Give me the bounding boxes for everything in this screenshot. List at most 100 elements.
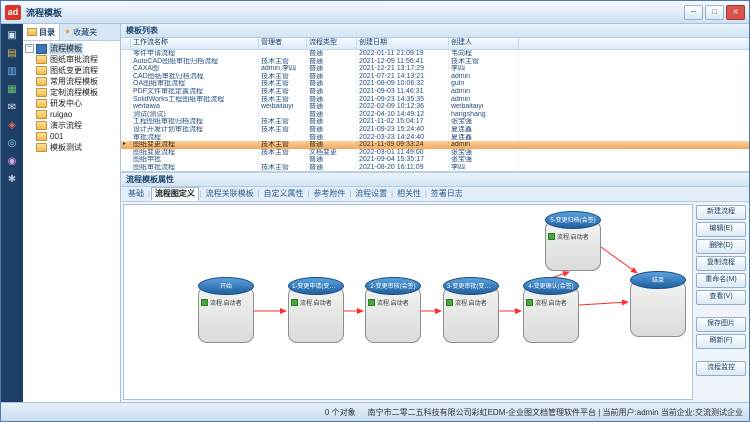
- view-button[interactable]: 查看(V): [696, 290, 746, 305]
- table-row[interactable]: ▸图纸变更流程技术主管普通2021-11-09 09:33:24admin: [121, 141, 749, 149]
- table-cell: 普通: [307, 88, 357, 96]
- row-indicator: [121, 164, 131, 171]
- tree-item-label: ruigao: [49, 109, 73, 120]
- table-cell: 2021-12-09 11:56:41: [357, 58, 449, 66]
- nav-user-icon[interactable]: ◉: [5, 155, 19, 168]
- tree-item[interactable]: 常用流程模板: [23, 76, 120, 87]
- table-cell: 技术主管: [259, 80, 307, 88]
- flow-node-title: 结束: [630, 271, 686, 289]
- column-header[interactable]: 工作流名称: [131, 38, 259, 49]
- save-image-button[interactable]: 保存图片: [696, 317, 746, 332]
- tree-item[interactable]: 图纸审批流程: [23, 54, 120, 65]
- table-cell: 技术主管: [259, 141, 307, 149]
- props-tab[interactable]: 流程设置: [352, 188, 390, 200]
- app-logo: ad: [5, 5, 21, 20]
- refresh-button[interactable]: 刷新(F): [696, 334, 746, 349]
- table-row[interactable]: CAXA图admin,李四普通2021-12-21 13:17:29李四: [121, 65, 749, 73]
- column-header[interactable]: 创建人: [449, 38, 519, 49]
- row-indicator: [121, 134, 131, 142]
- table-row[interactable]: 工程图纸审批归档流程技术主管普通2021-11-02 15:04:17张宝强: [121, 118, 749, 126]
- nav-folder-icon[interactable]: ▤: [5, 47, 19, 60]
- folder-icon: [27, 28, 37, 36]
- table-row[interactable]: 零件申请流程普通2022-01-11 21:09:19韦向程: [121, 50, 749, 58]
- table-cell: 审批流程: [131, 134, 259, 142]
- tree-item[interactable]: ruigao: [23, 109, 120, 120]
- process-monitor-button[interactable]: 流程监控: [696, 361, 746, 376]
- row-indicator: [121, 80, 131, 88]
- table-row[interactable]: 审批流程普通2022-03-23 14:24:40夏连鑫: [121, 134, 749, 142]
- row-indicator: [121, 73, 131, 81]
- rename-button[interactable]: 重命名(M): [696, 273, 746, 288]
- table-cell: OA图纸审批流程: [131, 80, 259, 88]
- tab-separator: |: [258, 191, 260, 198]
- copy-process-button[interactable]: 复制流程: [696, 256, 746, 271]
- props-tab[interactable]: 基础: [125, 188, 147, 200]
- assignee-icon: [291, 299, 298, 306]
- props-tab[interactable]: 签署日志: [428, 188, 466, 200]
- flow-node-3[interactable]: 3-变更审批(变更审批)流程.启动者: [443, 277, 499, 343]
- tree-item[interactable]: 演示流程: [23, 120, 120, 131]
- table-row[interactable]: 设计开发计划审批流程技术主管普通2021-09-23 15:24:40夏连鑫: [121, 126, 749, 134]
- edit-button[interactable]: 编辑(E): [696, 222, 746, 237]
- column-header[interactable]: 创建日期: [357, 38, 449, 49]
- flow-node-end[interactable]: 结束: [630, 271, 686, 337]
- flow-canvas[interactable]: 开始流程.启动者1-变更申请(变更申请)流程.启动者2-变更审核(会签)流程.启…: [123, 204, 693, 400]
- nav-document-icon[interactable]: ▥: [5, 65, 19, 78]
- tree-expander-icon[interactable]: −: [25, 44, 34, 53]
- nav-window-icon[interactable]: ▣: [5, 29, 19, 42]
- flow-node-assignee: 流程.启动者: [526, 298, 567, 307]
- table-row[interactable]: 测试(测试)普通2022-04-10 14:49:12hangshang: [121, 111, 749, 119]
- nav-chart-icon[interactable]: ▦: [5, 83, 19, 96]
- table-row[interactable]: SolidWorks工程图纸审批流程技术主管普通2021-09-23 14:35…: [121, 96, 749, 104]
- table-row[interactable]: PDF文件审批定置流程技术主管普通2021-09-03 11:46:31admi…: [121, 88, 749, 96]
- maximize-button[interactable]: □: [705, 5, 724, 20]
- table-cell: gulri: [449, 80, 519, 88]
- tree-item[interactable]: 模板测试: [23, 142, 120, 153]
- table-cell: 李四: [449, 65, 519, 73]
- table-row[interactable]: 图纸审批流程技术主管普通2021-08-20 16:11:09李四: [121, 164, 749, 171]
- table-row[interactable]: CAD图纸审批归档流程技术主管普通2021-07-21 14:13:21admi…: [121, 73, 749, 81]
- tree-item[interactable]: 001: [23, 131, 120, 142]
- minimize-button[interactable]: ─: [684, 5, 703, 20]
- tree-item[interactable]: −流程模板: [23, 43, 120, 54]
- nav-search-icon[interactable]: ◎: [5, 137, 19, 150]
- table-row[interactable]: weitaiwaweibaitaiyi普通2022-02-09 10:12:36…: [121, 103, 749, 111]
- tree-item[interactable]: 研发中心: [23, 98, 120, 109]
- tree-item[interactable]: 图纸变更流程: [23, 65, 120, 76]
- delete-button[interactable]: 删除(D): [696, 239, 746, 254]
- table-cell-filler: [519, 126, 749, 134]
- flow-node-start[interactable]: 开始流程.启动者: [198, 277, 254, 343]
- table-cell: 2021-11-02 15:04:17: [357, 118, 449, 126]
- table-cell: 图纸申批: [131, 156, 259, 164]
- tree-item[interactable]: 定制流程模板: [23, 87, 120, 98]
- tree-tab-catalog[interactable]: 目录: [23, 24, 60, 40]
- nav-gear-icon[interactable]: ✱: [5, 173, 19, 186]
- flow-node-1[interactable]: 1-变更申请(变更申请)流程.启动者: [288, 277, 344, 343]
- tree-tab-favorites[interactable]: ★收藏夹: [60, 24, 101, 40]
- table-cell: 2021-08-09 10:06:32: [357, 80, 449, 88]
- column-header[interactable]: 流程类型: [307, 38, 357, 49]
- props-tab[interactable]: 相关性: [394, 188, 424, 200]
- flow-node-5[interactable]: 5-变更归档(会签)流程.启动者: [545, 211, 601, 271]
- assignee-label: 流程.启动者: [455, 298, 487, 307]
- props-tab[interactable]: 流程关联模板: [203, 188, 257, 200]
- table-cell-filler: [519, 58, 749, 66]
- folder-icon: [36, 77, 47, 86]
- table-row[interactable]: 图纸变更流程技术主管文档变更2022-03-01 11:49:00张宝强: [121, 149, 749, 157]
- new-process-button[interactable]: 新建流程: [696, 205, 746, 220]
- flow-node-4[interactable]: 4-变更确认(会签)流程.启动者: [523, 277, 579, 343]
- nav-flow-icon[interactable]: ◈: [5, 119, 19, 132]
- table-row[interactable]: OA图纸审批流程技术主管普通2021-08-09 10:06:32gulri: [121, 80, 749, 88]
- props-tab[interactable]: 流程图定义: [151, 187, 199, 201]
- props-tab[interactable]: 参考附件: [310, 188, 348, 200]
- column-header[interactable]: 管理者: [259, 38, 307, 49]
- table-row[interactable]: 图纸申批普通2021-09-04 15:35:17张宝强: [121, 156, 749, 164]
- flow-node-title: 开始: [198, 277, 254, 295]
- row-indicator: [121, 118, 131, 126]
- close-button[interactable]: ✕: [726, 5, 745, 20]
- nav-mail-icon[interactable]: ✉: [5, 101, 19, 114]
- props-tab[interactable]: 自定义属性: [260, 188, 306, 200]
- flow-node-2[interactable]: 2-变更审核(会签)流程.启动者: [365, 277, 421, 343]
- table-row[interactable]: AutoCAD图纸审批归档流程技术主管普通2021-12-09 11:56:41…: [121, 58, 749, 66]
- action-buttons: 新建流程编辑(E) 删除(D) 复制流程重命名(M) 查看(V) 保存图片刷新(F) 流程…: [693, 204, 747, 400]
